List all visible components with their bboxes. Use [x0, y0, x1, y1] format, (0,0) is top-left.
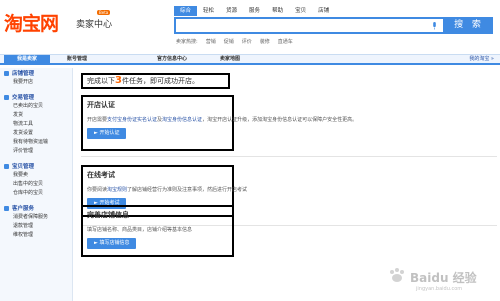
- section-title: 在线考试: [87, 171, 115, 179]
- section-title: 开店认证: [87, 101, 115, 109]
- fill-shop-info-button[interactable]: ► 填写店铺信息: [87, 238, 137, 249]
- sidebar: 店铺管理 我要开店 交易管理 已卖出的宝贝 发货 物流工具 发货设置 我有待物资…: [0, 68, 73, 301]
- sidebar-group-shop: 店铺管理 我要开店: [0, 68, 72, 87]
- start-certification-button[interactable]: ► 开始认证: [87, 128, 127, 139]
- search-tab-service[interactable]: 服务: [243, 6, 266, 16]
- search-tab-easy[interactable]: 轻松: [197, 6, 220, 16]
- bullet-icon: [4, 163, 9, 169]
- search-tab-item[interactable]: 宝贝: [289, 6, 312, 16]
- microphone-icon[interactable]: [432, 22, 437, 30]
- logo-text: 淘宝网: [4, 13, 59, 35]
- search-tab-all[interactable]: 综合: [174, 6, 198, 16]
- hot-word[interactable]: 促销: [224, 38, 234, 45]
- sidebar-item-reviews[interactable]: 评价管理: [0, 147, 72, 156]
- sidebar-item-open-shop[interactable]: 我要开店: [0, 78, 72, 87]
- sidebar-item-ship[interactable]: 发货: [0, 111, 72, 120]
- sidebar-group-trade: 交易管理 已卖出的宝贝 发货 物流工具 发货设置 我有待物资运输 评价管理: [0, 92, 72, 156]
- logo-subtitle: 卖家中心: [76, 20, 113, 30]
- taobao-logo[interactable]: 淘宝网 卖家中心 Beta: [4, 8, 113, 35]
- hot-word[interactable]: 营销: [206, 38, 216, 45]
- section-title: 完善店铺信息: [87, 211, 129, 219]
- bullet-icon: [4, 205, 9, 211]
- taobao-rules-link[interactable]: 淘宝规则: [107, 187, 127, 193]
- sidebar-item-refunds[interactable]: 退款管理: [0, 222, 72, 231]
- sidebar-item-warehouse[interactable]: 仓库中的宝贝: [0, 189, 72, 198]
- bullet-icon: [4, 94, 9, 100]
- section-description: 你要阅读淘宝规则了解店铺经营行为准则及注意事项，然后进行开店考试: [87, 187, 248, 193]
- hot-word[interactable]: 评价: [242, 38, 252, 45]
- bullet-icon: [4, 70, 9, 76]
- nav-tab-seller[interactable]: 我是卖家: [4, 55, 50, 64]
- hot-search-label: 卖家热搜:: [176, 39, 198, 45]
- sidebar-item-sell[interactable]: 我要卖: [0, 171, 72, 180]
- nav-tab-seller-map[interactable]: 卖家地图: [207, 55, 253, 64]
- nav-tab-official-info[interactable]: 官方信息中心: [142, 55, 202, 64]
- sidebar-heading[interactable]: 客户服务: [0, 203, 72, 213]
- sidebar-group-items: 宝贝管理 我要卖 出售中的宝贝 仓库中的宝贝: [0, 161, 72, 198]
- beta-badge: Beta: [97, 10, 111, 15]
- search-tab-supply[interactable]: 货源: [220, 6, 243, 16]
- sidebar-item-sold[interactable]: 已卖出的宝贝: [0, 102, 72, 111]
- sidebar-item-on-sale[interactable]: 出售中的宝贝: [0, 180, 72, 189]
- search-tab-shop[interactable]: 店铺: [312, 6, 335, 16]
- section-description: 开店需要支付宝身份证实名认证及淘宝身份信息认证，淘宝开店认证升级，添加淘宝身份信…: [87, 117, 358, 123]
- sidebar-item-disputes[interactable]: 维权管理: [0, 231, 72, 240]
- task-section-shop-info: 完善店铺信息 填写店铺名称、商品类目，店铺介绍等基本信息 ► 填写店铺信息: [81, 205, 234, 257]
- divider: [81, 156, 497, 157]
- hot-search-words: 卖家热搜: 营销 促销 评价 装修 直通车: [176, 38, 293, 45]
- sidebar-item-consumer-protection[interactable]: 消费者保障服务: [0, 213, 72, 222]
- my-taobao-link[interactable]: 我的淘宝 »: [469, 55, 494, 64]
- search-tabs: 综合 轻松 货源 服务 帮助 宝贝 店铺: [174, 6, 335, 16]
- search-tab-help[interactable]: 帮助: [266, 6, 289, 16]
- task-count: 3: [115, 75, 122, 86]
- hot-word[interactable]: 装修: [260, 38, 270, 45]
- search-button[interactable]: 搜 索: [445, 17, 493, 34]
- sidebar-item-logistics[interactable]: 物流工具: [0, 120, 72, 129]
- sidebar-heading[interactable]: 交易管理: [0, 92, 72, 102]
- hot-word[interactable]: 直通车: [278, 38, 293, 45]
- task-section-certification: 开店认证 开店需要支付宝身份证实名认证及淘宝身份信息认证，淘宝开店认证升级，添加…: [81, 95, 358, 151]
- sidebar-group-service: 客户服务 消费者保障服务 退款管理 维权管理: [0, 203, 72, 240]
- sidebar-heading[interactable]: 宝贝管理: [0, 161, 72, 171]
- nav-tab-account[interactable]: 账号管理: [54, 55, 100, 64]
- alipay-verification-link[interactable]: 支付宝身份证实名认证: [107, 117, 157, 123]
- main-nav: 我是卖家 账号管理 官方信息中心 卖家地图 我的淘宝 »: [0, 54, 500, 65]
- taobao-id-verification-link[interactable]: 淘宝身份信息认证: [162, 117, 202, 123]
- task-summary-heading: 完成以下3件任务，即可成功开店。: [81, 73, 230, 89]
- search-input[interactable]: [174, 17, 445, 34]
- watermark-text: Baidu 经验 jingyan.baidu.com: [410, 271, 477, 292]
- sidebar-item-ship-settings[interactable]: 发货设置: [0, 129, 72, 138]
- sidebar-heading[interactable]: 店铺管理: [0, 68, 72, 78]
- section-description: 填写店铺名称、商品类目，店铺介绍等基本信息: [87, 227, 193, 233]
- sidebar-item-transport[interactable]: 我有待物资运输: [0, 138, 72, 147]
